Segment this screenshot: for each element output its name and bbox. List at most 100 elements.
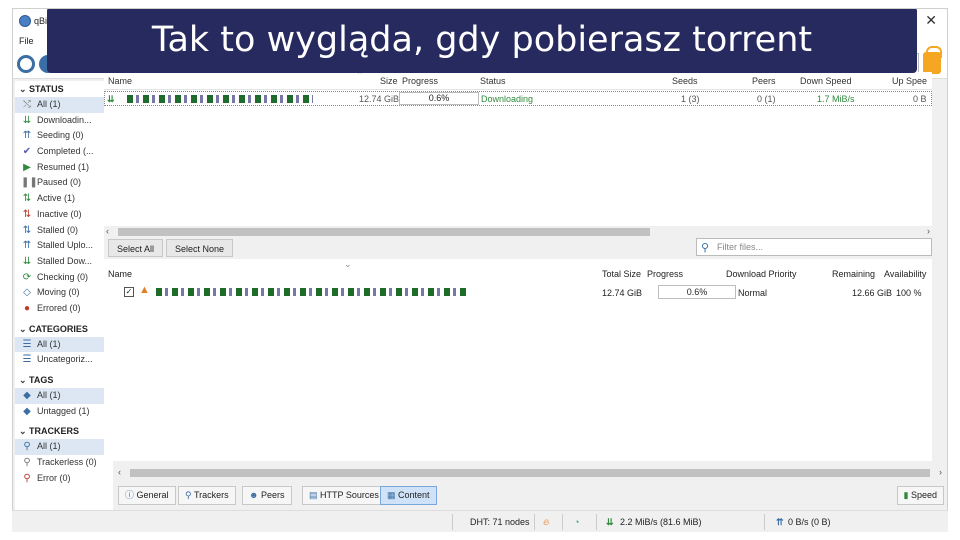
menu-file[interactable]: File [19, 36, 34, 46]
sidebar-item-status[interactable]: ❚❚Paused (0) [15, 175, 113, 191]
speed-limit-gauge-icon[interactable]: ◔ [574, 517, 579, 527]
file-checkbox[interactable]: ✓ [124, 287, 134, 297]
tab-http-sources[interactable]: ▤ HTTP Sources [302, 486, 386, 505]
sidebar-item-status[interactable]: ◇ Moving (0) [15, 285, 113, 301]
tag-section-header[interactable]: ⌄ TAGS [15, 372, 113, 388]
content-col-name[interactable]: Name [108, 269, 132, 279]
resumed-icon: ▶ [23, 161, 31, 173]
chevron-down-icon[interactable]: ⌄ [19, 423, 29, 439]
col-status[interactable]: Status [480, 76, 506, 86]
scrollbar-thumb[interactable] [118, 228, 650, 236]
sidebar-item-label: All (1) [37, 338, 61, 349]
sidebar-item-status[interactable]: ⤭ All (1) [15, 97, 113, 113]
stalled-download-icon: ⇊ [22, 255, 32, 267]
sidebar-item-label: Stalled (0) [37, 224, 79, 235]
sidebar-item-category[interactable]: ☰ All (1) [15, 336, 113, 353]
torrent-progress: 0.6% [399, 92, 479, 105]
status-section-header[interactable]: ⌄ STATUS [15, 81, 113, 97]
col-size[interactable]: Size [380, 76, 398, 86]
torrent-row[interactable]: ⇊ 12.74 GiB 0.6% Downloading 1 (3) 0 (1)… [104, 91, 932, 106]
firewall-flame-icon[interactable]: 🔥︎ [543, 517, 550, 528]
sidebar-item-status[interactable]: ⇅ Active (1) [15, 191, 113, 207]
sidebar-item-label: Downloadin... [37, 114, 92, 125]
sidebar-item-category[interactable]: ☰ Uncategoriz... [15, 352, 113, 368]
sidebar-item-label: Checking (0) [37, 271, 89, 282]
file-priority[interactable]: Normal [738, 288, 767, 298]
tab-content[interactable]: ▦ Content [380, 486, 437, 505]
select-none-button[interactable]: Select None [166, 239, 234, 257]
content-col-progress[interactable]: Progress [647, 269, 683, 279]
col-peers[interactable]: Peers [752, 76, 776, 86]
speed-chart-icon: ▮ [903, 490, 909, 500]
scroll-left-icon[interactable]: ‹ [106, 226, 109, 236]
chevron-down-icon[interactable]: ⌄ [19, 81, 29, 97]
tracker-pin-icon: ⚲ [23, 457, 31, 469]
sidebar-item-status[interactable]: ⇊ Downloadin... [15, 113, 113, 129]
link-icon[interactable] [17, 55, 35, 73]
chevron-down-icon[interactable]: ⌄ [19, 372, 29, 388]
torrent-table-header: Name ⌃ Size Progress Status Seeds Peers … [104, 70, 932, 90]
sidebar-item-tag[interactable]: ◆ All (1) [15, 388, 113, 404]
sidebar: ⌄ STATUS ⤭ All (1) ⇊ Downloadin... ⇈ Seeding (0… [15, 81, 113, 513]
sidebar-item-status[interactable]: ⟳ Checking (0) [15, 270, 113, 286]
seeding-icon: ⇈ [22, 130, 32, 142]
scrollbar-thumb[interactable] [130, 469, 930, 477]
scroll-left-icon[interactable]: ‹ [118, 467, 121, 477]
filter-files-input[interactable]: ⚲ Filter files... [696, 238, 932, 256]
content-col-priority[interactable]: Download Priority [726, 269, 797, 279]
col-up-speed[interactable]: Up Spee [892, 76, 927, 86]
close-icon[interactable]: ✕ [925, 12, 937, 29]
sidebar-item-label: All (1) [37, 441, 61, 452]
tab-trackers[interactable]: ⚲ Trackers [178, 486, 236, 505]
sidebar-item-label: Seeding (0) [37, 130, 84, 141]
upload-speed-icon[interactable]: ⇈ [776, 517, 784, 528]
sidebar-item-label: Error (0) [37, 472, 71, 483]
content-hscroll[interactable]: ‹ › [116, 467, 944, 479]
sidebar-item-status[interactable]: ⇈ Stalled Uplo... [15, 238, 113, 254]
sidebar-item-tracker[interactable]: ⚲ Trackerless (0) [15, 455, 113, 471]
col-name[interactable]: Name [108, 76, 132, 86]
scroll-right-icon[interactable]: › [939, 467, 942, 477]
sidebar-item-status[interactable]: ⇅ Inactive (0) [15, 207, 113, 223]
chevron-down-icon[interactable]: ⌄ [19, 321, 29, 337]
tracker-section-header[interactable]: ⌄ TRACKERS [15, 423, 113, 439]
tab-peers[interactable]: ☻ Peers [242, 486, 292, 505]
file-progress: 0.6% [658, 285, 736, 299]
download-speed-icon[interactable]: ⇊ [606, 517, 614, 528]
file-remaining: 12.66 GiB [852, 288, 893, 298]
col-seeds[interactable]: Seeds [672, 76, 698, 86]
tracker-header-label: TRACKERS [29, 426, 80, 437]
sidebar-item-label: Completed (... [37, 146, 94, 157]
sidebar-item-tracker[interactable]: ⚲ All (1) [15, 439, 113, 456]
torrent-progress-text: 0.6% [428, 93, 450, 103]
sidebar-item-label: Untagged (1) [37, 405, 90, 416]
lock-icon[interactable] [923, 46, 942, 74]
speed-button[interactable]: ▮ Speed [896, 486, 944, 505]
tab-general[interactable]: ⓘ General [118, 486, 176, 505]
sidebar-item-status[interactable]: ✔ Completed (... [15, 144, 113, 160]
sidebar-item-status[interactable]: ⇈ Seeding (0) [15, 128, 113, 144]
col-down-speed[interactable]: Down Speed [800, 76, 852, 86]
scroll-right-icon[interactable]: › [927, 226, 930, 236]
sidebar-item-status[interactable]: ⇊ Stalled Dow... [15, 254, 113, 270]
content-col-remaining[interactable]: Remaining [832, 269, 875, 279]
content-icon: ▦ [387, 490, 396, 500]
select-all-button[interactable]: Select All [108, 239, 164, 257]
info-icon: ⓘ [125, 490, 135, 500]
sidebar-item-status[interactable]: ▶ Resumed (1) [15, 160, 113, 176]
sidebar-item-status[interactable]: ● Errored (0) [15, 301, 113, 317]
sort-arrow-icon: ⌄ [344, 259, 352, 269]
moving-icon: ◇ [23, 287, 31, 299]
content-col-total-size[interactable]: Total Size [602, 269, 641, 279]
sidebar-item-status[interactable]: ⇅ Stalled (0) [15, 223, 113, 239]
category-section-header[interactable]: ⌄ CATEGORIES [15, 321, 113, 337]
sidebar-item-tracker[interactable]: ⚲ Error (0) [15, 471, 113, 487]
tracker-pin-icon: ⚲ [23, 441, 31, 453]
paused-icon: ❚❚ [21, 177, 38, 189]
col-progress[interactable]: Progress [402, 76, 438, 86]
sidebar-item-tag[interactable]: ◆ Untagged (1) [15, 404, 113, 420]
sidebar-item-label: Moving (0) [37, 287, 80, 298]
torrent-up-speed: 0 B [913, 94, 927, 104]
content-col-availability[interactable]: Availability [884, 269, 926, 279]
